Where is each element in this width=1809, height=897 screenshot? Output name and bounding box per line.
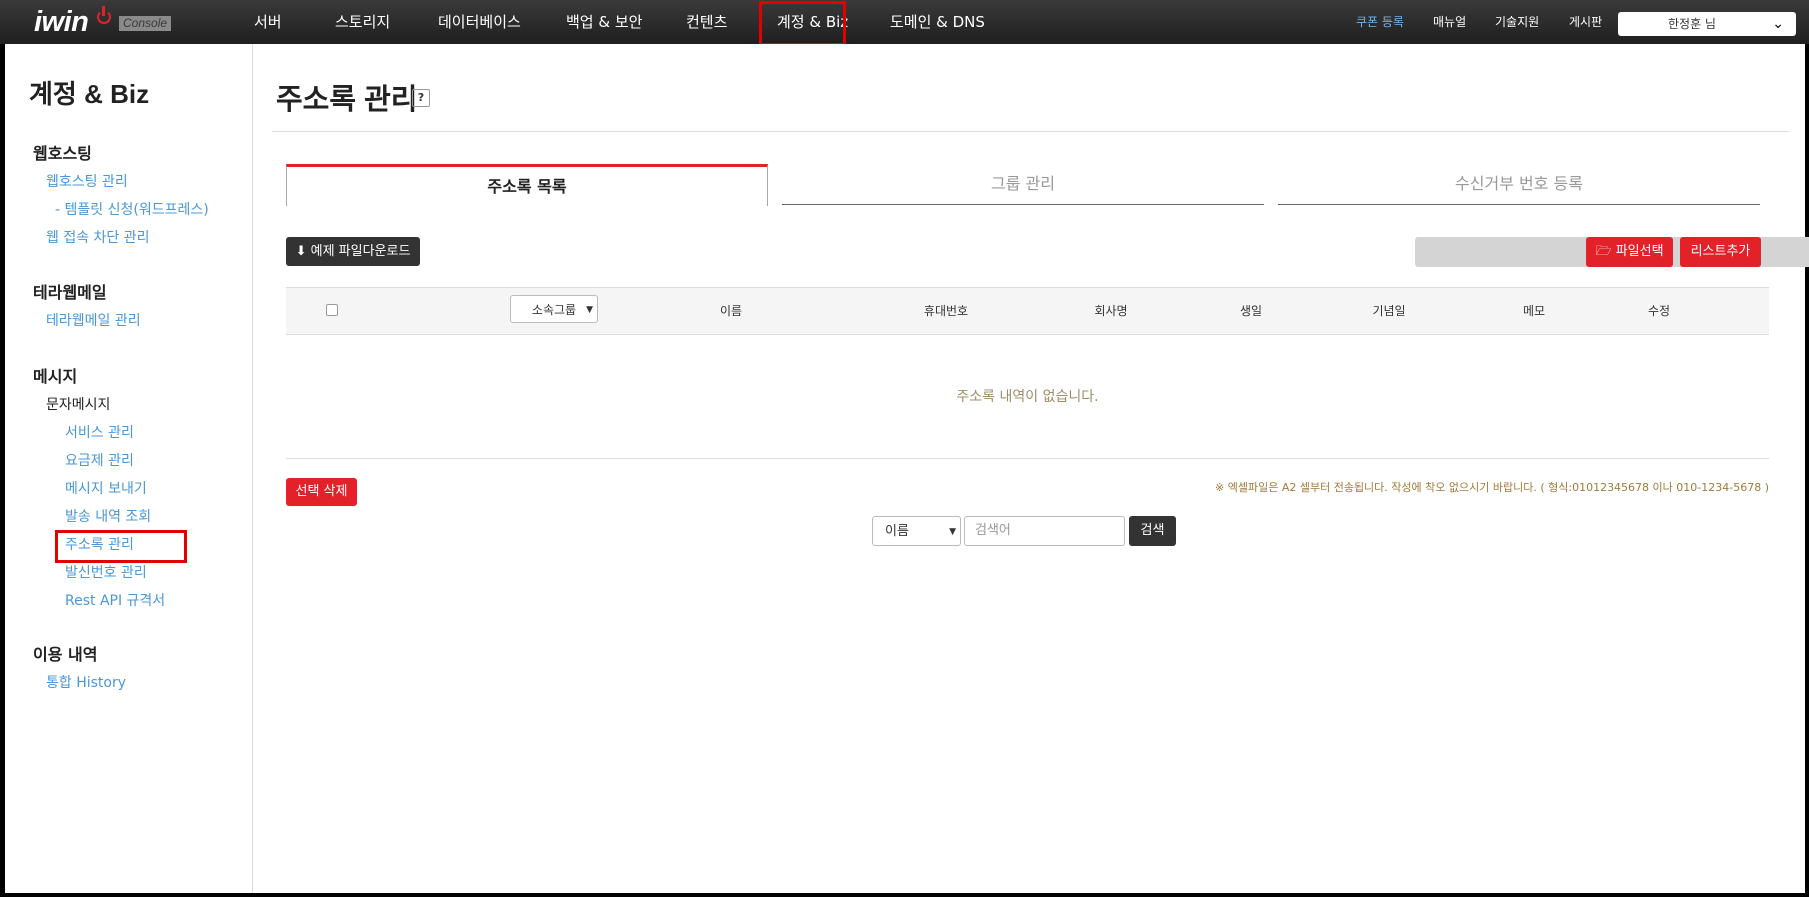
col-anniversary: 기념일 xyxy=(1372,304,1406,318)
tab-addressbook-list[interactable]: 주소록 목록 xyxy=(286,164,768,206)
sidebar-sub-sms[interactable]: 문자메시지 xyxy=(46,394,110,414)
caret-down-icon: ▼ xyxy=(586,305,593,315)
nav-domain-dns[interactable]: 도메인 & DNS xyxy=(890,0,985,44)
list-add-button[interactable]: 리스트추가 xyxy=(1680,237,1761,267)
manual-link[interactable]: 매뉴얼 xyxy=(1433,0,1466,44)
coupon-link[interactable]: 쿠폰 등록 xyxy=(1356,0,1404,44)
sidebar-highlight-box xyxy=(55,530,187,563)
search-button[interactable]: 검색 xyxy=(1129,516,1176,546)
top-navbar: iwin Console 서버 스토리지 데이터베이스 백업 & 보안 컨텐츠 … xyxy=(0,0,1809,46)
sidebar-title: 계정 & Biz xyxy=(29,79,150,109)
sidebar-heading-message: 메시지 xyxy=(33,367,78,386)
page-title: 주소록 관리 xyxy=(276,84,418,116)
sidebar-item-service[interactable]: 서비스 관리 xyxy=(65,422,134,442)
file-select-button[interactable]: 🗁 파일선택 xyxy=(1586,237,1673,267)
delete-selected-button[interactable]: 선택 삭제 xyxy=(286,478,357,506)
support-link[interactable]: 기술지원 xyxy=(1495,0,1539,44)
title-divider xyxy=(272,131,1789,132)
download-icon: ⬇ xyxy=(295,244,307,259)
user-menu-select[interactable]: 한정훈 님 ⌄ xyxy=(1618,12,1796,36)
table-header: 소속그룹 ▼ 이름 휴대번호 회사명 생일 기념일 메모 수정 xyxy=(286,287,1769,335)
tab-reject-number[interactable]: 수신거부 번호 등록 xyxy=(1278,164,1760,205)
sidebar-item-history[interactable]: 발송 내역 조회 xyxy=(65,506,151,526)
sidebar: 계정 & Biz 웹호스팅 웹호스팅 관리 - 템플릿 신청(워드프레스) 웹 … xyxy=(5,44,253,893)
search-field-select[interactable]: 이름 ▼ xyxy=(872,516,961,546)
search-input[interactable]: 검색어 xyxy=(964,516,1125,546)
select-all-checkbox[interactable] xyxy=(326,304,338,316)
sidebar-item-web-block[interactable]: 웹 접속 차단 관리 xyxy=(46,227,150,247)
nav-contents[interactable]: 컨텐츠 xyxy=(686,0,727,44)
user-name: 한정훈 님 xyxy=(1668,17,1716,31)
empty-message: 주소록 내역이 없습니다. xyxy=(956,389,1099,405)
logo-mark-stem xyxy=(102,6,105,16)
sidebar-heading-hosting: 웹호스팅 xyxy=(33,144,92,163)
help-icon[interactable]: ? xyxy=(412,89,430,107)
nav-database[interactable]: 데이터베이스 xyxy=(438,0,521,44)
col-name: 이름 xyxy=(719,304,743,318)
folder-open-icon: 🗁 xyxy=(1595,244,1612,259)
sidebar-item-rest-api[interactable]: Rest API 규격서 xyxy=(65,590,165,610)
caret-down-icon: ▼ xyxy=(949,527,956,537)
sidebar-item-template[interactable]: - 템플릿 신청(워드프레스) xyxy=(55,199,209,219)
sidebar-heading-usage: 이용 내역 xyxy=(33,645,98,664)
sidebar-item-sender-number[interactable]: 발신번호 관리 xyxy=(65,562,147,582)
col-company: 회사명 xyxy=(1094,304,1128,318)
chevron-down-icon: ⌄ xyxy=(1772,16,1784,32)
col-edit: 수정 xyxy=(1647,304,1671,318)
tab-group-manage[interactable]: 그룹 관리 xyxy=(782,164,1264,205)
col-phone: 휴대번호 xyxy=(923,304,969,318)
content-frame: 계정 & Biz 웹호스팅 웹호스팅 관리 - 템플릿 신청(워드프레스) 웹 … xyxy=(5,44,1809,893)
console-badge: Console xyxy=(119,16,172,31)
iwin-logo[interactable]: iwin xyxy=(34,6,89,39)
nav-server[interactable]: 서버 xyxy=(254,0,282,44)
sidebar-item-total-history[interactable]: 통합 History xyxy=(46,672,126,692)
nav-highlight-box xyxy=(759,1,846,46)
sidebar-heading-terramail: 테라웹메일 xyxy=(33,283,107,302)
col-memo: 메모 xyxy=(1522,304,1546,318)
nav-backup-security[interactable]: 백업 & 보안 xyxy=(566,0,642,44)
excel-format-note: ※ 엑셀파일은 A2 셀부터 전송됩니다. 작성에 착오 없으시기 바랍니다. … xyxy=(1215,481,1769,494)
sidebar-item-hosting-manage[interactable]: 웹호스팅 관리 xyxy=(46,171,128,191)
sidebar-item-terramail-manage[interactable]: 테라웹메일 관리 xyxy=(46,310,141,330)
board-link[interactable]: 게시판 xyxy=(1569,0,1602,44)
col-birthday: 생일 xyxy=(1239,304,1263,318)
group-select[interactable]: 소속그룹 ▼ xyxy=(510,295,598,323)
sidebar-item-plan[interactable]: 요금제 관리 xyxy=(65,450,134,470)
nav-storage[interactable]: 스토리지 xyxy=(335,0,390,44)
table-divider xyxy=(286,458,1769,459)
download-sample-button[interactable]: ⬇ 예제 파일다운로드 xyxy=(286,237,420,266)
sidebar-item-send[interactable]: 메시지 보내기 xyxy=(65,478,147,498)
